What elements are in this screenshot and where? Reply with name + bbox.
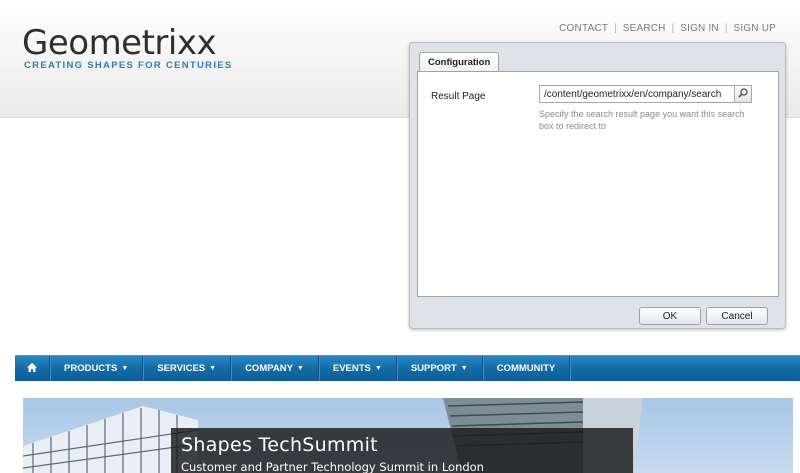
main-nav: PRODUCTS ▼ SERVICES ▼ COMPANY ▼ EVENTS ▼ SUP… xyxy=(15,355,800,381)
nav-item-services[interactable]: SERVICES ▼ xyxy=(143,356,232,381)
nav-item-label: EVENTS xyxy=(332,363,371,374)
nav-item-label: SUPPORT xyxy=(410,363,457,374)
configuration-panel: Result Page Specify the search result pa… xyxy=(417,71,779,297)
top-links: CONTACT | SEARCH | SIGN IN | SIGN UP xyxy=(559,23,776,34)
tab-configuration[interactable]: Configuration xyxy=(419,52,500,72)
nav-item-events[interactable]: EVENTS ▼ xyxy=(319,356,397,381)
link-separator: | xyxy=(614,23,617,34)
hero-caption: Shapes TechSummit Customer and Partner T… xyxy=(171,428,633,473)
search-icon xyxy=(738,85,748,103)
result-page-label: Result Page xyxy=(431,91,486,102)
result-page-help-text: Specify the search result page you want … xyxy=(539,109,745,131)
nav-item-support[interactable]: SUPPORT ▼ xyxy=(397,356,483,381)
caret-down-icon: ▼ xyxy=(209,365,217,372)
hero-title: Shapes TechSummit xyxy=(181,434,378,456)
nav-item-label: PRODUCTS xyxy=(64,363,118,374)
browse-button[interactable] xyxy=(735,85,752,103)
home-icon xyxy=(27,362,37,375)
sign-in-link[interactable]: SIGN IN xyxy=(680,23,719,34)
link-separator: | xyxy=(724,23,728,34)
page: Geometrixx CREATING SHAPES FOR CENTURIES… xyxy=(0,0,800,473)
nav-item-products[interactable]: PRODUCTS ▼ xyxy=(50,356,144,381)
cancel-button[interactable]: Cancel xyxy=(706,307,768,325)
link-separator: | xyxy=(671,23,675,34)
nav-item-label: COMMUNITY xyxy=(496,363,556,374)
caret-down-icon: ▼ xyxy=(460,365,468,372)
caret-down-icon: ▼ xyxy=(296,365,304,372)
contact-link[interactable]: CONTACT xyxy=(559,23,608,34)
nav-home[interactable] xyxy=(15,356,50,381)
search-link[interactable]: SEARCH xyxy=(623,23,666,34)
result-page-input[interactable] xyxy=(539,85,735,103)
logo[interactable]: Geometrixx CREATING SHAPES FOR CENTURIES xyxy=(22,26,233,71)
hero-banner[interactable]: Shapes TechSummit Customer and Partner T… xyxy=(23,398,793,473)
nav-item-label: SERVICES xyxy=(157,363,206,374)
nav-item-label: COMPANY xyxy=(245,363,293,374)
nav-item-community[interactable]: COMMUNITY xyxy=(483,356,571,381)
caret-down-icon: ▼ xyxy=(121,365,129,372)
ok-button[interactable]: OK xyxy=(639,307,701,325)
nav-item-company[interactable]: COMPANY ▼ xyxy=(231,356,319,381)
caret-down-icon: ▼ xyxy=(374,365,382,372)
configuration-dialog: Configuration Result Page Specify the se… xyxy=(409,42,786,329)
logo-wordmark: Geometrixx xyxy=(22,23,217,63)
sign-up-link[interactable]: SIGN UP xyxy=(733,23,776,34)
hero-subtitle: Customer and Partner Technology Summit i… xyxy=(181,460,484,473)
logo-tagline: CREATING SHAPES FOR CENTURIES xyxy=(24,60,233,71)
